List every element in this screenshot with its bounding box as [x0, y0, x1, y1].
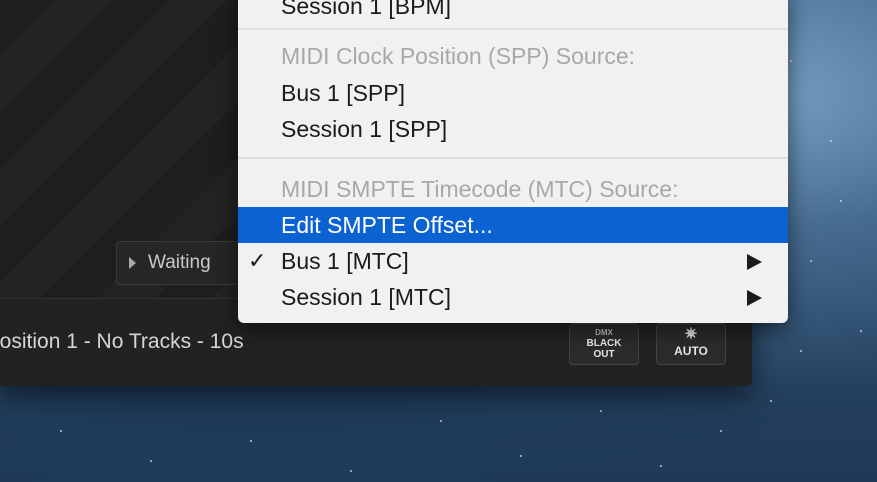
star — [830, 140, 832, 142]
checkmark-icon: ✓ — [248, 248, 267, 273]
menu-item-session1-mtc[interactable]: Session 1 [MTC] — [238, 279, 788, 315]
menu-separator — [238, 157, 788, 159]
star — [720, 430, 722, 432]
menu-header-label: MIDI SMPTE Timecode (MTC) Source: — [281, 176, 679, 202]
star — [860, 330, 862, 332]
transport-waiting-button[interactable]: Waiting — [116, 241, 258, 285]
star — [250, 440, 252, 442]
dmx-label: DMX — [595, 328, 613, 337]
menu-item-label: Session 1 [MTC] — [281, 284, 451, 310]
source-dropdown-menu: Session 1 [BPM] MIDI Clock Position (SPP… — [238, 0, 788, 323]
submenu-arrow-icon — [747, 290, 762, 306]
star — [770, 400, 772, 402]
out-label: OUT — [593, 349, 615, 360]
star — [520, 455, 522, 457]
star — [600, 410, 602, 412]
waiting-label: Waiting — [148, 252, 211, 273]
star — [150, 460, 152, 462]
menu-header-label: MIDI Clock Position (SPP) Source: — [281, 43, 636, 69]
submenu-arrow-icon — [747, 254, 762, 270]
menu-item-bus1-spp[interactable]: Bus 1 [SPP] — [238, 75, 788, 111]
menu-item-label: Session 1 [BPM] — [281, 0, 452, 19]
star — [840, 200, 842, 202]
star — [350, 470, 352, 472]
dmx-blackout-button[interactable]: DMX BLACK OUT — [569, 323, 639, 365]
auto-label: AUTO — [674, 344, 708, 358]
star — [440, 420, 442, 422]
auto-button[interactable]: ✷ AUTO — [656, 323, 726, 365]
menu-item-label: Edit SMPTE Offset... — [281, 212, 493, 238]
play-triangle-icon — [129, 257, 136, 269]
star — [60, 430, 62, 432]
menu-item-session1-spp[interactable]: Session 1 [SPP] — [238, 111, 788, 147]
menu-item-bus1-mtc[interactable]: ✓ Bus 1 [MTC] — [238, 243, 788, 279]
burst-icon: ✷ — [684, 326, 698, 343]
star — [800, 350, 802, 352]
menu-separator — [238, 28, 788, 30]
menu-item-label: Bus 1 [MTC] — [281, 248, 409, 274]
star — [660, 465, 662, 467]
star — [810, 260, 812, 262]
menu-item-edit-smpte-offset[interactable]: Edit SMPTE Offset... — [238, 207, 788, 243]
composition-title: position 1 - No Tracks - 10s — [0, 330, 244, 353]
menu-header-spp-source: MIDI Clock Position (SPP) Source: — [238, 38, 788, 74]
menu-header-mtc-source: MIDI SMPTE Timecode (MTC) Source: — [238, 171, 788, 207]
menu-item-session1-bpm[interactable]: Session 1 [BPM] — [238, 0, 788, 24]
star — [790, 60, 792, 62]
black-label: BLACK — [586, 338, 622, 349]
menu-item-label: Bus 1 [SPP] — [281, 80, 406, 106]
menu-item-label: Session 1 [SPP] — [281, 116, 448, 142]
